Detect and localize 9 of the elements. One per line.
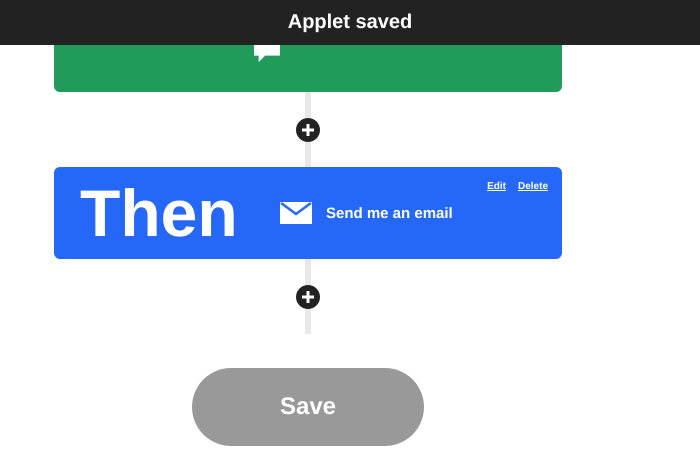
step-heading: Then <box>79 180 239 246</box>
add-step-icon[interactable] <box>296 284 320 308</box>
toast-message: Applet saved <box>288 11 412 34</box>
step-action: Send me an email <box>326 204 453 222</box>
step-link[interactable]: Edit <box>487 181 506 192</box>
add-step-icon[interactable] <box>296 118 320 142</box>
applet-step-card[interactable]: Then Send me an email Edit Delete <box>54 167 562 259</box>
mail-icon <box>280 202 312 224</box>
step-link[interactable]: Delete <box>518 181 548 192</box>
